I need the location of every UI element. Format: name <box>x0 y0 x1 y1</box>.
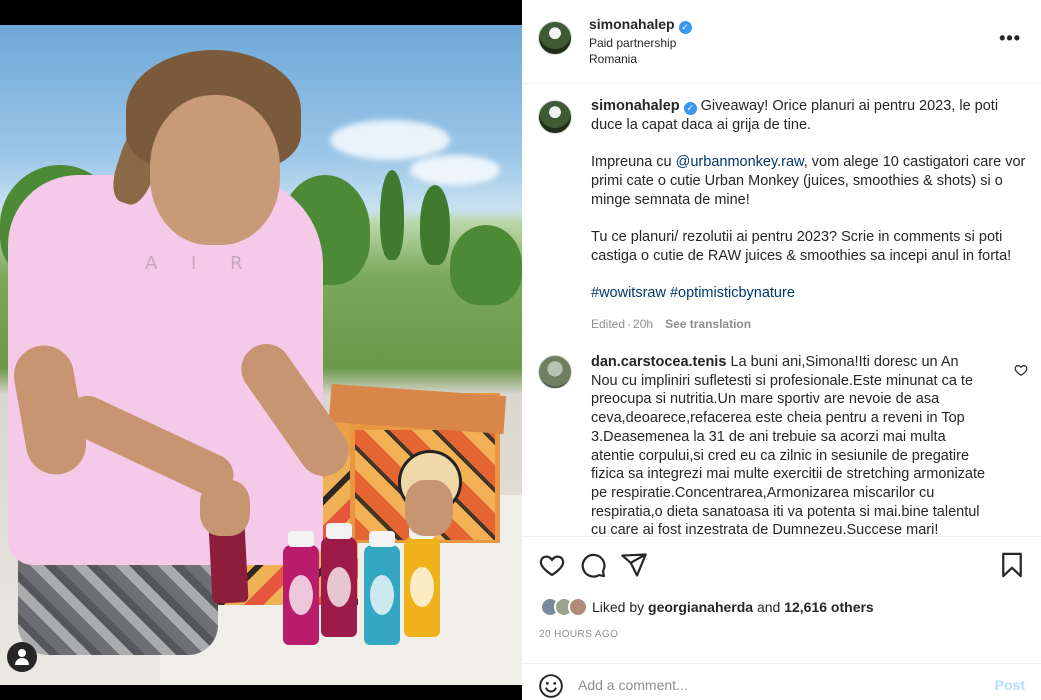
see-translation-button[interactable]: See translation <box>665 317 751 331</box>
background-tree <box>450 225 522 305</box>
more-options-icon[interactable]: ••• <box>999 28 1021 49</box>
comment-content: La buni ani,Simona!Iti doresc un An Nou … <box>591 354 986 536</box>
caption-paragraph-3: Tu ce planuri/ rezolutii ai pentru 2023?… <box>591 228 1012 264</box>
caption-meta: Edited · 20h See translation <box>591 317 1028 331</box>
user-tag-icon[interactable] <box>7 642 37 672</box>
comment-input[interactable] <box>578 670 968 700</box>
location-link[interactable]: Romania <box>589 52 637 66</box>
background-tree <box>420 185 450 265</box>
comment-like-heart-icon[interactable] <box>1014 363 1028 377</box>
commenter-avatar[interactable] <box>538 355 572 389</box>
post-side-panel: simonahalep ✓ Paid partnership Romania ••… <box>522 0 1041 700</box>
sky-cloud <box>330 120 450 160</box>
post-photo[interactable]: A I R <box>0 25 522 685</box>
post-header: simonahalep ✓ Paid partnership Romania ••… <box>522 0 1041 84</box>
like-heart-icon[interactable] <box>538 551 566 579</box>
author-username[interactable]: simonahalep <box>589 16 675 32</box>
likes-and-label: and <box>756 599 781 615</box>
post-actions: Liked by georgianaherda and 12,616 other… <box>522 536 1041 663</box>
background-tree <box>380 170 404 260</box>
share-icon[interactable] <box>620 551 648 579</box>
juice-bottle <box>364 531 400 645</box>
meta-separator: · <box>627 317 632 332</box>
person-hand <box>200 480 250 536</box>
author-username-row: simonahalep ✓ <box>589 16 692 34</box>
shirt-text: A I R <box>145 253 257 274</box>
liked-by-label: Liked by <box>592 599 645 615</box>
hashtag-link[interactable]: #wowitsraw <box>591 285 666 301</box>
likes-text: Liked by georgianaherda and 12,616 other… <box>592 599 874 615</box>
sky-cloud <box>410 155 500 185</box>
paid-partnership-label[interactable]: Paid partnership <box>589 36 676 50</box>
juice-bottle <box>321 523 357 637</box>
add-comment-bar: Post <box>522 663 1041 700</box>
liker-avatar[interactable] <box>568 597 588 617</box>
post-comment-button[interactable]: Post <box>995 677 1025 693</box>
caption-username[interactable]: simonahalep <box>591 98 680 114</box>
likes-count-link[interactable]: 12,616 others <box>784 599 874 615</box>
bookmark-icon[interactable] <box>998 551 1026 579</box>
instagram-post-modal: A I R simonahalep ✓ Paid partnership Rom… <box>0 0 1041 700</box>
post-timestamp[interactable]: 20 HOURS AGO <box>539 629 618 640</box>
comment-item: dan.carstocea.tenis La buni ani,Simona!I… <box>538 353 1028 536</box>
verified-badge-icon: ✓ <box>683 102 697 115</box>
caption-paragraph-2: Impreuna cu <box>591 154 676 171</box>
edited-label: Edited <box>591 317 626 332</box>
person-face <box>150 95 280 245</box>
caption-text: simonahalep ✓ Giveaway! Orice planuri ai p… <box>591 97 1028 303</box>
comment-icon[interactable] <box>579 551 607 579</box>
caption-age[interactable]: 20h <box>633 317 653 331</box>
person-hand <box>405 480 453 536</box>
author-avatar[interactable] <box>538 100 572 134</box>
comment-text: dan.carstocea.tenis La buni ani,Simona!I… <box>591 353 986 536</box>
likes-summary: Liked by georgianaherda and 12,616 other… <box>540 595 874 619</box>
verified-badge-icon: ✓ <box>678 21 692 34</box>
mention-link[interactable]: @urbanmonkey.raw <box>676 154 804 170</box>
hashtag-link[interactable]: #optimisticbynature <box>670 285 795 301</box>
emoji-icon[interactable] <box>538 673 564 699</box>
liked-by-username[interactable]: georgianaherda <box>648 599 753 615</box>
author-avatar[interactable] <box>538 21 572 55</box>
juice-bottle <box>283 531 319 645</box>
post-caption: simonahalep ✓ Giveaway! Orice planuri ai p… <box>538 97 1028 331</box>
post-media: A I R <box>0 0 522 700</box>
juice-bottle <box>404 523 440 637</box>
comments-section[interactable]: simonahalep ✓ Giveaway! Orice planuri ai p… <box>522 85 1041 536</box>
commenter-username[interactable]: dan.carstocea.tenis <box>591 354 726 370</box>
